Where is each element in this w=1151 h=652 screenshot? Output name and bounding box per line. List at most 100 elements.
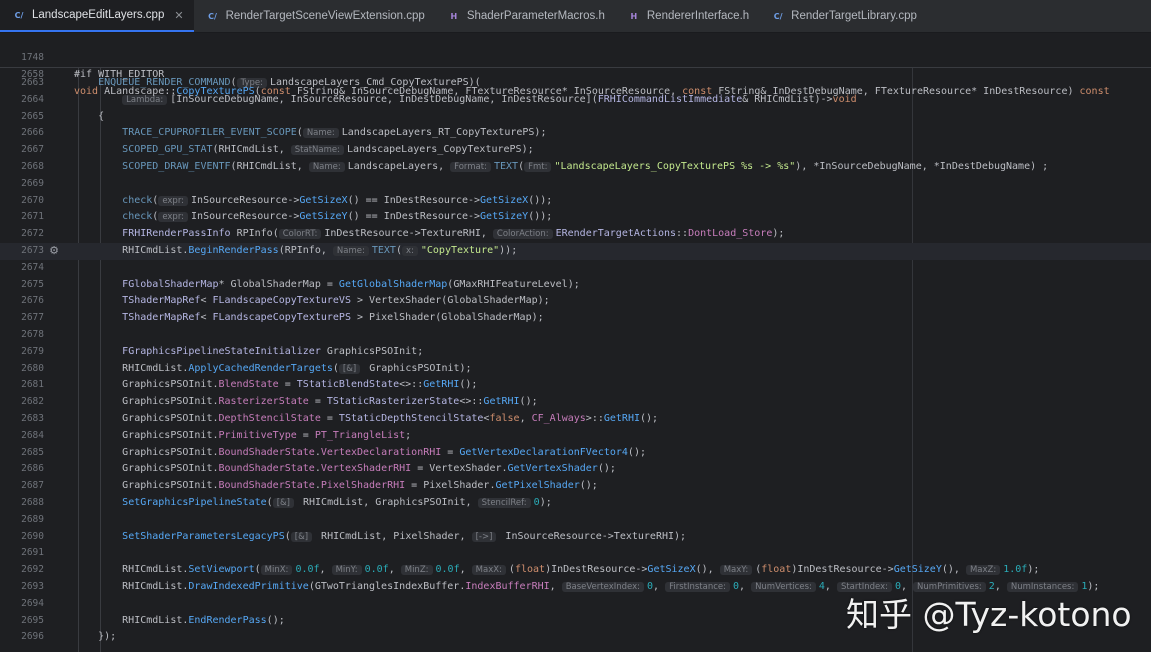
code-text[interactable]: }); xyxy=(74,629,116,646)
code-line[interactable]: 2666 TRACE_CPUPROFILER_EVENT_SCOPE(Name:… xyxy=(0,125,1151,142)
cpp-file-icon: C/ xyxy=(14,10,24,20)
code-line[interactable]: 2673 ⚙ RHICmdList.BeginRenderPass(RPInfo,… xyxy=(0,242,1151,260)
tab-label: ShaderParameterMacros.h xyxy=(466,10,605,22)
cpp-file-icon: C/ xyxy=(208,11,217,21)
code-line[interactable]: 2668 SCOPED_DRAW_EVENTF(RHICmdList, Name… xyxy=(0,159,1151,176)
code-line[interactable]: 2682 GraphicsPSOInit.RasterizerState = T… xyxy=(0,394,1151,411)
code-line[interactable]: 2667 SCOPED_GPU_STAT(RHICmdList, StatNam… xyxy=(0,142,1151,159)
tab-label: RenderTargetLibrary.cpp xyxy=(791,10,917,22)
code-line[interactable]: 2689 xyxy=(0,512,1151,529)
code-text[interactable]: GraphicsPSOInit.BoundShaderState.VertexD… xyxy=(74,445,646,462)
code-line[interactable]: 2692 RHICmdList.SetViewport(MinX: 0.0f, M… xyxy=(0,562,1151,579)
code-text[interactable]: TShaderMapRef< FLandscapeCopyTexturePS >… xyxy=(74,310,543,327)
line-number: 2692 xyxy=(21,564,44,576)
line-number: 2683 xyxy=(21,412,44,424)
sticky-scope-header[interactable]: 1748 #if WITH_EDITOR 2658 void ALandscap… xyxy=(0,33,1151,97)
code-line[interactable]: 2685 GraphicsPSOInit.BoundShaderState.Ve… xyxy=(0,445,1151,462)
code-line[interactable]: 2677 TShaderMapRef< FLandscapeCopyTextur… xyxy=(0,310,1151,327)
code-text[interactable]: check(expr: InSourceResource->GetSizeX() … xyxy=(74,193,552,210)
code-text[interactable]: SetGraphicsPipelineState([&] RHICmdList,… xyxy=(74,495,552,512)
code-line[interactable]: 2665 { xyxy=(0,109,1151,126)
code-text[interactable]: GraphicsPSOInit.DepthStencilState = TSta… xyxy=(74,411,658,428)
code-line[interactable]: 2684 GraphicsPSOInit.PrimitiveType = PT_… xyxy=(0,428,1151,445)
line-number: 2687 xyxy=(21,480,44,492)
code-text[interactable]: TRACE_CPUPROFILER_EVENT_SCOPE(Name: Lands… xyxy=(74,125,546,142)
watermark: 知乎 @Tyz-kotono xyxy=(846,595,1132,634)
code-line[interactable]: 2676 TShaderMapRef< FLandscapeCopyTextur… xyxy=(0,293,1151,310)
code-text[interactable]: SCOPED_GPU_STAT(RHICmdList, StatName: Lan… xyxy=(74,142,534,159)
cpp-file-icon: C/ xyxy=(773,11,783,21)
line-number: 2671 xyxy=(21,211,44,223)
line-number: 2668 xyxy=(21,160,44,172)
code-text[interactable]: SetShaderParametersLegacyPS([&] RHICmdLi… xyxy=(74,529,686,546)
code-line[interactable]: 2681 GraphicsPSOInit.BlendState = TStati… xyxy=(0,377,1151,394)
code-text[interactable]: GraphicsPSOInit.BoundShaderState.VertexS… xyxy=(74,461,616,478)
sticky-line[interactable]: 1748 #if WITH_EDITOR xyxy=(0,33,1151,80)
code-text[interactable]: RHICmdList.EndRenderPass(); xyxy=(74,613,285,630)
code-line[interactable]: 2675 FGlobalShaderMap* GlobalShaderMap =… xyxy=(0,277,1151,294)
code-text[interactable]: SCOPED_DRAW_EVENTF(RHICmdList, Name: Land… xyxy=(74,159,1048,176)
header-file-icon: H xyxy=(450,11,458,21)
code-text[interactable]: RHICmdList.ApplyCachedRenderTargets([&] … xyxy=(74,361,472,378)
code-text[interactable]: GraphicsPSOInit.RasterizerState = TStati… xyxy=(74,394,537,411)
code-text[interactable]: RHICmdList.SetViewport(MinX: 0.0f, MinY: 0… xyxy=(74,562,1039,579)
code-editor[interactable]: 2663 ENQUEUE_RENDER_COMMAND(Type: Landsca… xyxy=(0,67,1151,652)
line-number: 2678 xyxy=(21,328,44,340)
line-number: 2673 xyxy=(21,244,44,256)
line-number: 2685 xyxy=(21,446,44,458)
line-number: 2694 xyxy=(21,597,44,609)
line-number: 2682 xyxy=(21,396,44,408)
code-text[interactable]: FRHIRenderPassInfo RPInfo(ColorRT: InDest… xyxy=(74,226,784,243)
code-line[interactable]: 2670 check(expr: InSourceResource->GetSiz… xyxy=(0,193,1151,210)
code-line[interactable]: 2678 xyxy=(0,327,1151,344)
code-line[interactable]: 2688 SetGraphicsPipelineState([&] RHICmd… xyxy=(0,495,1151,512)
code-text[interactable]: GraphicsPSOInit.PrimitiveType = PT_Trian… xyxy=(74,428,411,445)
code-text[interactable]: { xyxy=(74,109,104,126)
code-line[interactable]: 2669 xyxy=(0,176,1151,193)
code-line[interactable]: 2687 GraphicsPSOInit.BoundShaderState.Pi… xyxy=(0,478,1151,495)
tab-label: LandscapeEditLayers.cpp xyxy=(32,9,165,21)
line-number: 2688 xyxy=(21,496,44,508)
code-text[interactable]: RHICmdList.BeginRenderPass(RPInfo, Name:… xyxy=(74,243,517,260)
line-number: 2693 xyxy=(21,580,44,592)
code-text[interactable]: #if WITH_EDITOR xyxy=(74,67,164,84)
sticky-line[interactable]: 2658 void ALandscape::CopyTexturePS(cons… xyxy=(0,50,1151,97)
code-line[interactable]: 2691 xyxy=(0,545,1151,562)
line-number: 2684 xyxy=(21,429,44,441)
tab-renderer-interface[interactable]: H RendererInterface.h xyxy=(615,0,759,32)
code-line[interactable]: 2690 SetShaderParametersLegacyPS([&] RHI… xyxy=(0,529,1151,546)
code-line[interactable]: 2686 GraphicsPSOInit.BoundShaderState.Ve… xyxy=(0,461,1151,478)
code-line[interactable]: 2683 GraphicsPSOInit.DepthStencilState =… xyxy=(0,411,1151,428)
line-number: 2680 xyxy=(21,362,44,374)
code-text[interactable]: FGraphicsPipelineStateInitializer Graphi… xyxy=(74,344,423,361)
code-text[interactable]: GraphicsPSOInit.BlendState = TStaticBlen… xyxy=(74,377,477,394)
line-number: 2691 xyxy=(21,547,44,559)
line-number: 2666 xyxy=(21,127,44,139)
line-number: 2676 xyxy=(21,295,44,307)
code-line[interactable]: 2671 check(expr: InSourceResource->GetSiz… xyxy=(0,209,1151,226)
tab-render-target-library[interactable]: C/ RenderTargetLibrary.cpp xyxy=(759,0,927,32)
line-number: 2679 xyxy=(21,345,44,357)
code-text[interactable]: TShaderMapRef< FLandscapeCopyTextureVS >… xyxy=(74,293,550,310)
tab-label: RenderTargetSceneViewExtension.cpp xyxy=(225,10,425,22)
line-number: 2677 xyxy=(21,312,44,324)
code-line[interactable]: 2674 xyxy=(0,260,1151,277)
line-number: 2670 xyxy=(21,194,44,206)
gear-icon[interactable]: ⚙ xyxy=(47,243,61,260)
code-text[interactable]: FGlobalShaderMap* GlobalShaderMap = GetG… xyxy=(74,277,580,294)
code-line[interactable]: 2679 FGraphicsPipelineStateInitializer G… xyxy=(0,344,1151,361)
code-line[interactable]: 2672 FRHIRenderPassInfo RPInfo(ColorRT: I… xyxy=(0,226,1151,243)
line-number: 2686 xyxy=(21,463,44,475)
code-text[interactable]: check(expr: InSourceResource->GetSizeY() … xyxy=(74,209,552,226)
line-number: 2672 xyxy=(21,228,44,240)
line-number: 2675 xyxy=(21,278,44,290)
line-number: 2689 xyxy=(21,513,44,525)
tab-render-target-scene-view-extension[interactable]: C/ RenderTargetSceneViewExtension.cpp xyxy=(194,0,435,32)
code-text[interactable]: void ALandscape::CopyTexturePS(const FSt… xyxy=(74,84,1110,101)
line-number: 2681 xyxy=(21,379,44,391)
tab-landscape-edit-layers[interactable]: C/ LandscapeEditLayers.cpp ✕ xyxy=(0,0,194,32)
close-icon[interactable]: ✕ xyxy=(174,9,183,22)
code-line[interactable]: 2680 RHICmdList.ApplyCachedRenderTargets… xyxy=(0,361,1151,378)
tab-shader-parameter-macros[interactable]: H ShaderParameterMacros.h xyxy=(435,0,615,32)
code-text[interactable]: GraphicsPSOInit.BoundShaderState.PixelSh… xyxy=(74,478,598,495)
